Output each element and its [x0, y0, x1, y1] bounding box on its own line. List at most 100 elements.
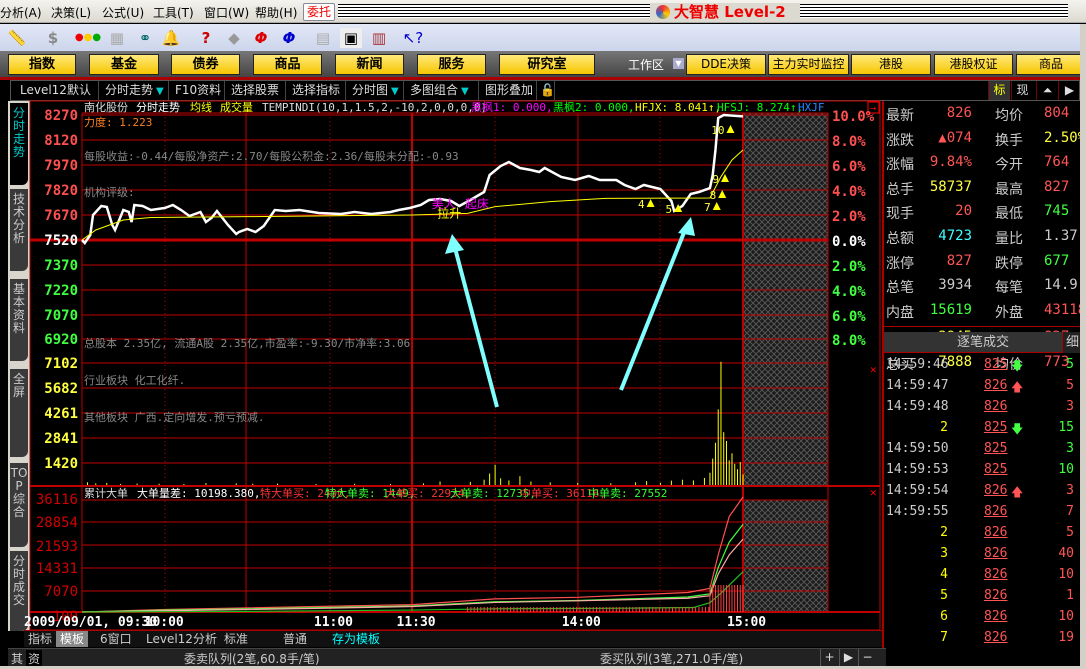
play-button[interactable]: ▶	[839, 649, 857, 666]
f10-button[interactable]: F10资料	[169, 81, 225, 100]
save-template-button[interactable]: 存为模板	[328, 631, 384, 647]
quote-row: 总额 4723 量比 1.37	[884, 226, 1080, 250]
nav-hk-stock[interactable]: 港股	[851, 54, 931, 75]
trade-volume: 5	[1066, 378, 1074, 393]
signal-triangle	[646, 199, 655, 207]
window-toggle-icon[interactable]: ⏶	[1036, 81, 1058, 100]
trade-price: 825	[984, 357, 1008, 372]
chart-type-select[interactable]: 分时图 ▼	[346, 81, 404, 100]
tab-quote[interactable]: 标	[988, 81, 1010, 100]
tab-current[interactable]: 现	[1011, 81, 1033, 100]
minus-button[interactable]: −	[858, 649, 876, 666]
ruler-icon[interactable]: 📏	[6, 28, 28, 48]
menu-tools[interactable]: 工具(T)	[153, 4, 194, 21]
chart-header-hf2: 黑枫2: 0.000,	[553, 100, 635, 114]
quote-value: 827	[946, 252, 972, 269]
trade-time: 5	[940, 588, 948, 603]
menu-window[interactable]: 窗口(W)	[204, 4, 249, 21]
quote-value: 2.50%	[1044, 129, 1080, 146]
trade-volume: 3	[1066, 399, 1074, 414]
menu-formula[interactable]: 公式(U)	[102, 4, 144, 21]
tab-template[interactable]: 模板	[56, 631, 89, 647]
nav-bond[interactable]: 债券	[171, 54, 240, 75]
books-icon[interactable]: ▥	[368, 28, 390, 48]
red-f10-icon[interactable]: Φ	[250, 28, 272, 48]
select-indicator-button[interactable]: 选择指标	[286, 81, 346, 100]
intraday-chart[interactable]: 4 5 78910美人 起床拉升827081207970782076707520737…	[0, 100, 882, 630]
menu-analysis[interactable]: 分析(A)	[0, 4, 42, 21]
grid-icon[interactable]: ▦	[106, 28, 128, 48]
trade-row: 14:59:48 826 3	[884, 397, 1080, 418]
blue-f10-icon[interactable]: Φ	[278, 28, 300, 48]
select-stock-button[interactable]: 选择股票	[225, 81, 286, 100]
plus-button[interactable]: +	[820, 649, 838, 666]
tab-indicator[interactable]: 指标	[24, 631, 56, 647]
traffic-light-icon[interactable]: ●●●	[74, 28, 102, 48]
sell-queue[interactable]: 委卖队列(2笔,60.8手/笔)	[184, 650, 320, 667]
workspace-dropdown-icon[interactable]: ▼	[673, 58, 684, 69]
price-tick: 8120	[44, 133, 78, 149]
close-pane-icon[interactable]: ✕	[870, 363, 877, 376]
context-help-icon[interactable]: ↖?	[402, 28, 424, 48]
nav-research[interactable]: 研究室	[499, 54, 595, 75]
template-label: Level12默认	[20, 83, 91, 97]
annotation-arrows	[445, 217, 695, 408]
multi-chart-select[interactable]: 多图组合 ▼	[404, 81, 479, 100]
dropdown-icon[interactable]: ▼	[156, 86, 164, 97]
tab-other[interactable]: 其	[11, 650, 23, 667]
arrow-down-icon: 🡇	[1011, 422, 1024, 436]
alarm-bell-icon[interactable]: 🔔	[160, 28, 182, 48]
quote-row: 总手 58737 最高 827	[884, 177, 1080, 201]
dollar-icon[interactable]: $	[42, 28, 64, 48]
dropdown-icon[interactable]: ▼	[391, 86, 399, 97]
signal-triangle	[726, 125, 735, 133]
nav-fund[interactable]: 基金	[89, 54, 159, 75]
help-book-icon[interactable]: ?	[195, 28, 217, 48]
tab-6-windows[interactable]: 6窗口	[96, 631, 136, 647]
quote-value: 764	[1044, 154, 1070, 171]
tab-detail[interactable]: 细	[1062, 332, 1080, 353]
nav-news[interactable]: 新闻	[335, 54, 404, 75]
nav-hk-warrant[interactable]: 港股权证	[934, 54, 1013, 75]
nav-index[interactable]: 指数	[8, 54, 76, 75]
menu-help[interactable]: 帮助(H)	[255, 4, 297, 21]
trade-button[interactable]: 委托	[303, 3, 335, 21]
binoculars-icon[interactable]: ⚭	[134, 28, 156, 48]
chart-header-stock: 南化股份	[84, 100, 128, 114]
trade-volume: 10	[1058, 609, 1074, 624]
dropdown-icon[interactable]: ▼	[461, 86, 469, 97]
diamond-icon[interactable]: ◆	[223, 28, 245, 48]
tab-level2-analysis[interactable]: Level12分析	[142, 631, 221, 647]
signal-label: 9	[712, 173, 719, 186]
collapse-panel-icon[interactable]: ▶	[1058, 81, 1080, 100]
trade-price: 826	[984, 525, 1008, 540]
bottom-bar: 其 资 委卖队列(2笔,60.8手/笔) 委买队列(3笔,271.0手/笔) +…	[8, 648, 886, 667]
clipboard-icon[interactable]: ▤	[312, 28, 334, 48]
overlay-strength: 力度: 1.223	[84, 115, 152, 129]
tab-standard[interactable]: 标准	[220, 631, 252, 647]
quote-label: 跌停	[995, 255, 1023, 272]
nav-commodity-2[interactable]: 商品	[1016, 54, 1086, 75]
overlay-other: 其他板块 广西.定向增发.预亏预减.	[84, 410, 265, 424]
overlay-button[interactable]: 图形叠加	[479, 81, 537, 100]
future-area	[743, 500, 828, 612]
menu-decision[interactable]: 决策(L)	[51, 4, 91, 21]
trade-volume: 5	[1066, 525, 1074, 540]
view-select[interactable]: 分时走势 ▼	[99, 81, 169, 100]
trade-row: 6 826 10	[884, 607, 1080, 628]
nav-dde[interactable]: DDE决策	[686, 54, 766, 75]
nav-commodity[interactable]: 商品	[253, 54, 322, 75]
quote-value: 3934	[938, 277, 972, 294]
nav-service[interactable]: 服务	[417, 54, 486, 75]
close-pane-icon[interactable]: ✕	[870, 486, 877, 499]
tab-normal[interactable]: 普通	[279, 631, 311, 647]
lock-icon[interactable]: 🔓	[537, 81, 555, 100]
buy-queue[interactable]: 委买队列(3笔,271.0手/笔)	[600, 650, 743, 667]
app-title: 大智慧 Level-2	[650, 3, 800, 21]
time-tick: 11:00	[314, 615, 353, 630]
window-layout-icon[interactable]: ▣	[340, 28, 362, 48]
trade-time: 14:59:50	[886, 441, 949, 456]
template-select[interactable]: Level12默认▼	[14, 81, 99, 116]
tab-info[interactable]: 资	[26, 650, 43, 667]
nav-main-monitor[interactable]: 主力实时监控	[768, 54, 849, 75]
